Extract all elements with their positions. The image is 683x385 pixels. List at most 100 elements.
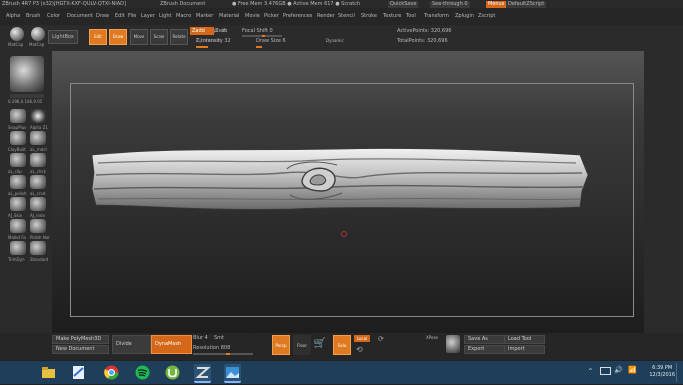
spotify-icon[interactable]: [134, 364, 151, 381]
import-button[interactable]: Import: [504, 345, 545, 354]
brush-al-clip[interactable]: [10, 153, 26, 167]
tool-preview-thumbnail[interactable]: [446, 335, 460, 353]
focal-shift-slider[interactable]: Focal Shift 0: [242, 27, 273, 35]
draw-size-slider[interactable]: Draw Size 6: [256, 37, 286, 45]
draw-size-fill: [256, 46, 262, 48]
brush-mallet-fa[interactable]: [10, 219, 26, 233]
menu-document[interactable]: Document: [67, 8, 93, 25]
persp-button[interactable]: Persp: [272, 335, 290, 355]
app-title: ZBrush 4R7 P3 (x32)[HGTX-KXF-QULV-QTXI-N…: [2, 1, 126, 7]
menu-texture[interactable]: Texture: [383, 8, 401, 25]
xpose-button[interactable]: XPose: [426, 335, 438, 340]
load-tool-button[interactable]: Load Tool: [504, 335, 545, 344]
active-points: ActivePoints: 320,696: [397, 28, 452, 34]
chrome-icon[interactable]: [103, 364, 120, 381]
menu-zplugin[interactable]: Zplugin: [455, 8, 474, 25]
battery-icon[interactable]: [600, 367, 611, 375]
brush-polish-nor[interactable]: [30, 219, 46, 233]
menu-draw[interactable]: Draw: [96, 8, 109, 25]
blur-slider[interactable]: Blur 4: [193, 335, 208, 341]
menu-transform[interactable]: Transform: [424, 8, 449, 25]
wood-plank-model[interactable]: [52, 51, 644, 333]
floor-button[interactable]: Floor: [293, 335, 311, 355]
bottom-shelf: Make PolyMesh3D New Document Divide Dyna…: [0, 333, 683, 360]
total-points: TotalPoints: 320,696: [397, 38, 448, 44]
menu-marker[interactable]: Marker: [196, 8, 213, 25]
menu-light[interactable]: Light: [159, 8, 171, 25]
default-zscript-button[interactable]: DefaultZScript: [506, 1, 547, 8]
see-through-slider[interactable]: See-through 0: [430, 1, 470, 8]
matcap-swatch-1[interactable]: [10, 27, 24, 41]
show-desktop-button[interactable]: [676, 363, 683, 382]
divide-button[interactable]: Divide: [112, 335, 151, 354]
windows-journal-icon[interactable]: [70, 364, 87, 381]
taskbar-clock[interactable]: 6:39 PM 12/3/2016: [649, 365, 675, 379]
move-button[interactable]: Move: [130, 29, 148, 45]
resolution-slider[interactable]: Resolution 808: [193, 345, 230, 351]
menu-color[interactable]: Color: [47, 8, 60, 25]
dynamesh-button[interactable]: DynaMesh: [151, 335, 192, 354]
brush-al-rndcl[interactable]: [30, 131, 46, 145]
dynamic-button[interactable]: Dynamic: [326, 37, 344, 45]
menu-brush[interactable]: Brush: [26, 8, 40, 25]
zadd-button[interactable]: Zadd: [190, 27, 214, 35]
menu-macro[interactable]: Macro: [176, 8, 191, 25]
lightbox-button[interactable]: LightBox: [48, 30, 78, 44]
brush-standard[interactable]: [30, 241, 46, 255]
solo-button[interactable]: Solo: [333, 335, 351, 355]
current-tool-thumbnail[interactable]: [10, 56, 44, 92]
brush-al-crvd[interactable]: [30, 175, 46, 189]
zbrush-taskbar-icon[interactable]: [194, 364, 211, 383]
tool-label-6b: Standard: [30, 257, 49, 262]
export-button[interactable]: Export: [464, 345, 505, 354]
menu-stroke[interactable]: Stroke: [361, 8, 377, 25]
brush-al-clrck[interactable]: [30, 153, 46, 167]
menu-movie[interactable]: Movie: [245, 8, 260, 25]
smt-toggle[interactable]: Smt: [214, 335, 224, 341]
brush-aj-rndv[interactable]: [30, 197, 46, 211]
brush-snapplus[interactable]: [10, 109, 26, 123]
photos-app-icon[interactable]: [224, 364, 241, 383]
menu-preferences[interactable]: Preferences: [283, 8, 312, 25]
right-shelf: [644, 51, 683, 333]
menu-picker[interactable]: Picker: [264, 8, 279, 25]
menu-zscript[interactable]: Zscript: [478, 8, 495, 25]
tool-label-2a: aL_clip: [8, 169, 22, 174]
edit-button[interactable]: Edit: [89, 29, 107, 45]
new-document-button[interactable]: New Document: [52, 345, 109, 354]
file-explorer-icon[interactable]: [40, 364, 57, 381]
menu-tool[interactable]: Tool: [406, 8, 416, 25]
quicksave-button[interactable]: QuickSave: [388, 1, 419, 8]
save-as-button[interactable]: Save As: [464, 335, 505, 344]
menu-alpha[interactable]: Alpha: [6, 8, 20, 25]
menu-render[interactable]: Render: [317, 8, 335, 25]
left-shelf: 0.298,0.186,0.05 SnapPlus Alpha Z1 ClayB…: [0, 51, 52, 333]
make-polymesh-button[interactable]: Make PolyMesh3D: [52, 335, 109, 344]
sync-icon[interactable]: ⟳: [378, 335, 384, 343]
show-hidden-icons-icon[interactable]: ^: [588, 368, 593, 375]
brush-claybuilt[interactable]: [10, 131, 26, 145]
rotate-button[interactable]: Rotate: [170, 29, 188, 45]
rotate-icon[interactable]: ⟲: [356, 345, 363, 354]
alpha-z1[interactable]: [30, 109, 46, 123]
network-icon[interactable]: 📶: [628, 366, 637, 374]
menu-layer[interactable]: Layer: [141, 8, 155, 25]
menu-edit[interactable]: Edit: [115, 8, 125, 25]
cart-icon[interactable]: 🛒: [313, 337, 327, 351]
menu-material[interactable]: Material: [219, 8, 239, 25]
local-button[interactable]: Local: [354, 335, 370, 342]
menu-stencil[interactable]: Stencil: [338, 8, 355, 25]
utorrent-icon[interactable]: [164, 364, 181, 381]
draw-button[interactable]: Draw: [109, 29, 127, 45]
volume-icon[interactable]: 🔊: [614, 366, 623, 374]
brush-trimdyn[interactable]: [10, 241, 26, 255]
menus-button[interactable]: Menus: [486, 1, 507, 8]
menu-file[interactable]: File: [128, 8, 136, 25]
clock-date: 12/3/2016: [649, 372, 675, 378]
z-intensity-slider[interactable]: Z Intensity 32: [196, 37, 231, 45]
brush-al-polish[interactable]: [10, 175, 26, 189]
matcap-swatch-2[interactable]: [31, 27, 45, 41]
zsub-button[interactable]: Zsub: [215, 27, 227, 35]
brush-aj-skin[interactable]: [10, 197, 26, 211]
scale-button[interactable]: Scale: [150, 29, 168, 45]
